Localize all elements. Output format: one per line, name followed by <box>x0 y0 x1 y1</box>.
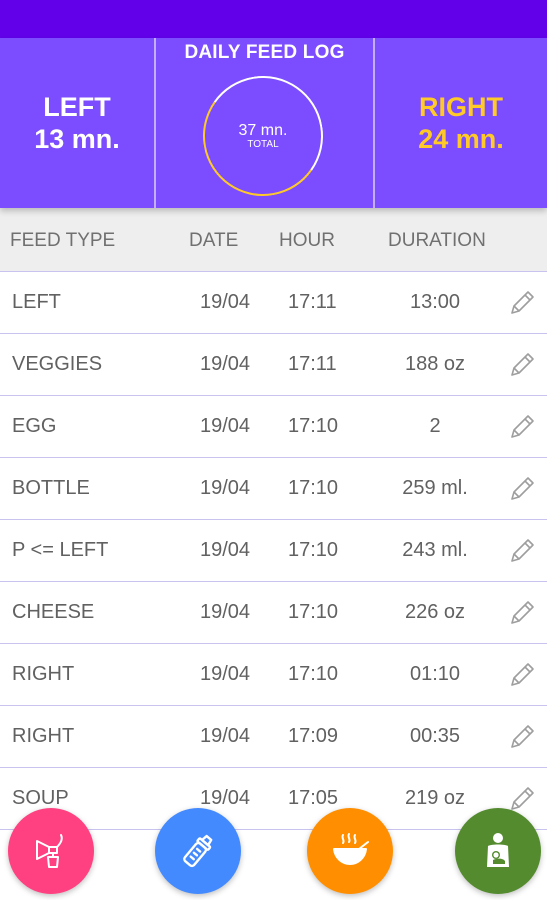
pencil-icon[interactable] <box>507 660 537 690</box>
feed-log-row[interactable]: EGG 19/04 17:10 2 <box>0 396 547 458</box>
date-cell: 19/04 <box>200 415 251 437</box>
header-date: DATE <box>189 230 239 251</box>
hour-cell: 17:05 <box>288 787 339 809</box>
pencil-icon[interactable] <box>507 412 537 442</box>
header-duration: DURATION <box>388 230 486 251</box>
duration-cell: 2 <box>429 415 441 437</box>
duration-cell: 01:10 <box>409 663 461 685</box>
header-feed-type: FEED TYPE <box>10 230 116 251</box>
breast-pump-button[interactable] <box>8 808 94 894</box>
date-cell: 19/04 <box>200 663 251 685</box>
feed-log-list: LEFT 19/04 17:11 13:00 VEGGIES 19/04 17:11 188 … <box>0 272 547 830</box>
duration-cell: 00:35 <box>409 725 461 747</box>
total-value: 37 mn. <box>238 121 288 139</box>
feed-type-cell: RIGHT <box>12 725 75 747</box>
breast-pump-icon <box>36 834 63 868</box>
feed-type-cell: BOTTLE <box>12 477 90 499</box>
feed-type-cell: P <= LEFT <box>12 539 109 561</box>
date-cell: 19/04 <box>200 725 251 747</box>
table-header: FEED TYPE DATE HOUR DURATION <box>0 208 547 272</box>
right-total-box: RIGHT 24 mn. <box>375 38 547 208</box>
date-cell: 19/04 <box>200 787 251 809</box>
total-box: DAILY FEED LOG 37 mn. TOTAL <box>156 38 373 208</box>
pencil-icon[interactable] <box>507 722 537 752</box>
hour-cell: 17:11 <box>288 353 337 375</box>
duration-cell: 243 ml. <box>402 539 468 561</box>
duration-cell: 13:00 <box>409 291 461 313</box>
date-cell: 19/04 <box>200 601 251 623</box>
feed-log-row[interactable]: BOTTLE 19/04 17:10 259 ml. <box>0 458 547 520</box>
feed-type-cell: LEFT <box>12 291 61 313</box>
hour-cell: 17:11 <box>288 291 337 313</box>
breastfeeding-icon <box>487 833 509 867</box>
duration-cell: 259 ml. <box>402 477 468 499</box>
feed-type-cell: VEGGIES <box>12 353 103 375</box>
feed-type-cell: SOUP <box>12 787 69 809</box>
header-hour: HOUR <box>279 230 335 251</box>
pencil-icon[interactable] <box>507 474 537 504</box>
date-cell: 19/04 <box>200 353 251 375</box>
total-label: TOTAL <box>247 138 279 150</box>
duration-cell: 226 oz <box>404 601 466 623</box>
date-cell: 19/04 <box>200 539 251 561</box>
right-value: 24 mn. <box>418 124 504 154</box>
feed-log-row[interactable]: RIGHT 19/04 17:09 00:35 <box>0 706 547 768</box>
date-cell: 19/04 <box>200 291 251 313</box>
hour-cell: 17:09 <box>288 725 339 747</box>
breastfeed-button[interactable] <box>455 808 541 894</box>
feed-type-cell: RIGHT <box>12 663 75 685</box>
baby-bottle-icon <box>183 834 213 868</box>
daily-feed-log-title: DAILY FEED LOG <box>184 42 345 63</box>
right-label: RIGHT <box>419 92 503 122</box>
pencil-icon[interactable] <box>507 288 537 318</box>
pencil-icon[interactable] <box>507 598 537 628</box>
feed-log-row[interactable]: P <= LEFT 19/04 17:10 243 ml. <box>0 520 547 582</box>
hour-cell: 17:10 <box>288 415 339 437</box>
feed-log-row[interactable]: RIGHT 19/04 17:10 01:10 <box>0 644 547 706</box>
feed-type-cell: CHEESE <box>12 601 95 623</box>
left-label: LEFT <box>43 92 111 122</box>
food-bowl-icon <box>333 833 369 865</box>
solid-food-button[interactable] <box>307 808 393 894</box>
feed-log-row[interactable]: CHEESE 19/04 17:10 226 oz <box>0 582 547 644</box>
hour-cell: 17:10 <box>288 663 339 685</box>
hour-cell: 17:10 <box>288 477 339 499</box>
status-bar <box>0 0 547 38</box>
pencil-icon[interactable] <box>507 536 537 566</box>
bottle-feed-button[interactable] <box>155 808 241 894</box>
date-cell: 19/04 <box>200 477 251 499</box>
pencil-icon[interactable] <box>507 350 537 380</box>
left-total-box: LEFT 13 mn. <box>0 38 154 208</box>
feed-log-row[interactable]: VEGGIES 19/04 17:11 188 oz <box>0 334 547 396</box>
duration-cell: 188 oz <box>404 353 466 375</box>
feed-type-cell: EGG <box>12 415 57 437</box>
hour-cell: 17:10 <box>288 601 339 623</box>
duration-cell: 219 oz <box>404 787 466 809</box>
hour-cell: 17:10 <box>288 539 339 561</box>
feed-log-row[interactable]: LEFT 19/04 17:11 13:00 <box>0 272 547 334</box>
daily-summary-panel: LEFT 13 mn. DAILY FEED LOG 37 mn. TOTAL … <box>0 38 547 208</box>
left-value: 13 mn. <box>34 124 120 154</box>
